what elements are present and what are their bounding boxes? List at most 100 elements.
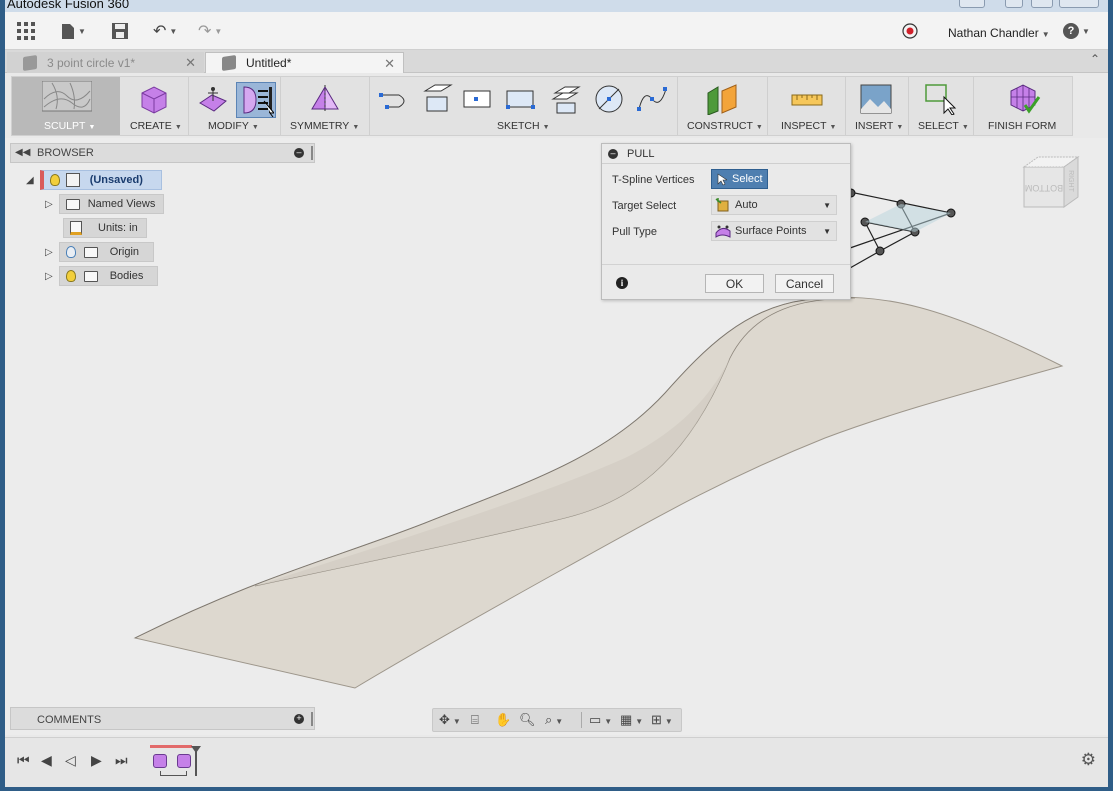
display-settings-icon[interactable]: ▭ ▼ (589, 712, 612, 728)
browser-root-node[interactable]: ◢ (Unsaved) (26, 170, 162, 190)
tspline-surface[interactable] (5, 138, 1108, 735)
spline-icon (637, 87, 667, 111)
pull-type-dropdown[interactable]: Surface Points ▼ (711, 221, 837, 241)
collapse-arrows-icon[interactable]: ◀◀ (15, 147, 30, 158)
sketch-menu[interactable]: SKETCH ▼ (371, 77, 678, 135)
ok-button[interactable]: OK (705, 274, 764, 293)
project-icon (551, 86, 581, 114)
symmetry-label: SYMMETRY ▼ (290, 120, 360, 132)
undo-button[interactable]: ↶ ▼ (153, 21, 177, 41)
restore-button[interactable] (1005, 0, 1023, 8)
collapse-dialog-icon[interactable]: – (608, 149, 618, 159)
grid-icon[interactable]: ▦ ▼ (620, 712, 643, 728)
record-button[interactable] (902, 21, 918, 41)
viewcube[interactable]: BOTTOM RIGHT (1020, 155, 1082, 213)
redo-button[interactable]: ↷ ▼ (198, 21, 222, 41)
file-menu-button[interactable]: ▼ (61, 21, 86, 41)
close-icon[interactable]: ✕ (384, 56, 395, 72)
workspace-switcher[interactable]: SCULPT ▼ (12, 77, 120, 135)
select-menu[interactable]: SELECT ▼ (910, 77, 974, 135)
orbit-icon[interactable]: ✥ ▼ (439, 712, 461, 728)
close-icon[interactable]: ✕ (185, 55, 196, 71)
tab-label: 3 point circle v1* (47, 55, 136, 70)
ribbon-toolbar: SCULPT ▼ CREATE ▼ MODIFY ▼ SYMMETRY ▼ SKETCH… (11, 76, 1073, 136)
play-back-icon[interactable]: ◁ (65, 752, 76, 769)
form-feature-icon[interactable] (153, 754, 167, 768)
gear-icon[interactable]: ⚙ (1081, 750, 1096, 770)
pull-dialog-header: – PULL (602, 144, 850, 164)
dropdown-arrow-icon: ▼ (823, 226, 831, 236)
tab-3-point-circle[interactable]: 3 point circle v1* ✕ (7, 52, 204, 73)
browser-item-origin[interactable]: ▷ Origin (45, 242, 155, 262)
item-label: Origin (109, 246, 140, 258)
minimize-panel-icon[interactable]: – (294, 148, 304, 158)
symmetry-menu[interactable]: SYMMETRY ▼ (282, 77, 370, 135)
add-comment-icon[interactable]: + (294, 714, 304, 724)
tab-untitled[interactable]: Untitled* ✕ (205, 52, 404, 73)
browser-item-named-views[interactable]: ▷ Named Views (45, 194, 165, 214)
browser-item-units[interactable]: Units: in (63, 218, 147, 238)
data-panel-grid-icon[interactable] (17, 21, 35, 41)
pan-hand-icon[interactable]: ✋ (495, 712, 511, 728)
visibility-bulb-icon[interactable] (65, 246, 76, 258)
info-icon[interactable]: i (616, 277, 628, 289)
modify-menu[interactable]: MODIFY ▼ (190, 77, 281, 135)
go-to-start-icon[interactable]: ⏮ (17, 752, 30, 769)
finish-form-icon (1010, 84, 1041, 114)
panel-grip-icon[interactable] (311, 712, 313, 726)
collapse-chevron-up-icon[interactable]: ⌃ (1090, 52, 1100, 66)
save-button[interactable] (112, 21, 128, 41)
root-label: (Unsaved) (89, 174, 143, 186)
finish-form-button[interactable]: FINISH FORM (975, 77, 1073, 135)
navigation-bar: ✥ ▼ ⌸ ✋ 🔍︎ ⌕ ▼ ▭ ▼ ▦ ▼ ⊞ ▼ (432, 708, 682, 732)
select-vertices-button[interactable]: Select (711, 169, 768, 189)
cancel-button[interactable]: Cancel (775, 274, 834, 293)
inspect-menu[interactable]: INSPECT ▼ (769, 77, 846, 135)
title-bar: Autodesk Fusion 360 (5, 0, 1108, 12)
construct-menu[interactable]: CONSTRUCT ▼ (679, 77, 768, 135)
step-back-icon[interactable]: ◀ (41, 752, 52, 769)
zoom-icon[interactable]: 🔍︎ (519, 712, 536, 728)
zoom-window-icon[interactable]: ⌕ ▼ (545, 712, 563, 728)
target-select-dropdown[interactable]: Auto ▼ (711, 195, 837, 215)
form-feature-icon[interactable] (177, 754, 191, 768)
user-menu[interactable]: Nathan Chandler ▼ (948, 26, 1050, 40)
design-icon (222, 55, 236, 71)
expand-triangle-icon[interactable]: ▷ (45, 271, 53, 282)
maximize-button[interactable] (1031, 0, 1053, 8)
circle-icon (595, 85, 623, 113)
insert-image-icon (860, 84, 892, 114)
design-icon (23, 54, 37, 71)
sculpt-workspace-icon (42, 81, 92, 112)
play-icon[interactable]: ▶ (91, 752, 102, 769)
modify-label: MODIFY ▼ (208, 120, 259, 132)
visibility-bulb-icon[interactable] (49, 174, 60, 186)
edit-form-icon (199, 87, 227, 112)
offset-plane-icon (707, 84, 737, 115)
go-to-end-icon[interactable]: ⏭ (115, 752, 128, 769)
browser-item-bodies[interactable]: ▷ Bodies (45, 266, 159, 286)
canvas-viewport[interactable] (5, 138, 1108, 735)
window-title: Autodesk Fusion 360 (7, 0, 130, 11)
finish-form-label: FINISH FORM (988, 120, 1057, 132)
expand-triangle-icon[interactable]: ▷ (45, 199, 53, 210)
collapse-triangle-icon[interactable]: ◢ (26, 175, 34, 186)
pull-icon (243, 86, 274, 117)
expand-triangle-icon[interactable]: ▷ (45, 247, 53, 258)
browser-panel: ◀◀ BROWSER – (10, 143, 315, 163)
create-menu[interactable]: CREATE ▼ (121, 77, 189, 135)
item-label: Named Views (87, 198, 156, 210)
insert-label: INSERT ▼ (855, 120, 904, 132)
minimize-button[interactable] (959, 0, 985, 8)
help-button[interactable]: ? ▼ (1063, 21, 1090, 41)
close-window-button[interactable] (1059, 0, 1099, 8)
rectangle-icon (463, 90, 491, 108)
visibility-bulb-icon[interactable] (65, 270, 76, 282)
item-label: Bodies (109, 270, 144, 282)
item-label: Units: in (98, 222, 138, 234)
file-icon (62, 23, 74, 39)
viewports-icon[interactable]: ⊞ ▼ (651, 712, 673, 728)
insert-menu[interactable]: INSERT ▼ (847, 77, 909, 135)
panel-grip-icon[interactable] (311, 146, 313, 160)
look-at-icon[interactable]: ⌸ (471, 712, 479, 728)
